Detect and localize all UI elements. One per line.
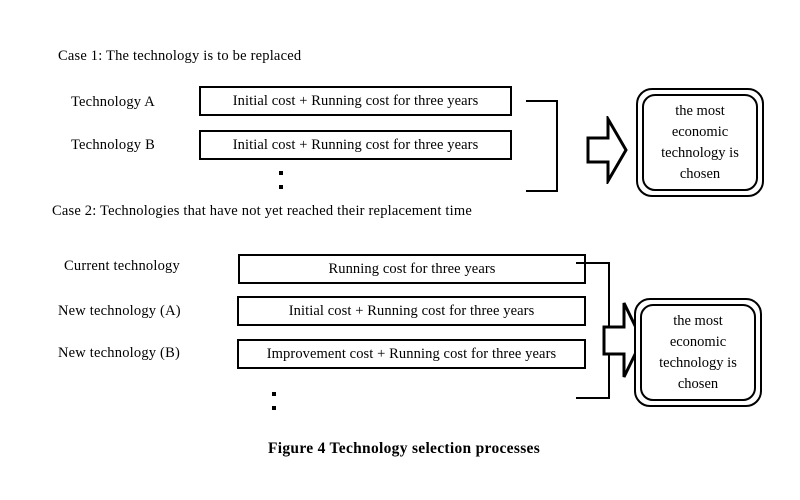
case1-result-line: economic	[671, 123, 729, 140]
case2-result-line: technology is	[659, 354, 737, 371]
case2-result-box: the most economic technology is chosen	[634, 298, 762, 407]
case1-row-label-technology-b: Technology B	[71, 137, 155, 153]
case1-cost-box-technology-a: Initial cost + Running cost for three ye…	[199, 86, 512, 116]
figure-caption: Figure 4 Technology selection processes	[268, 440, 541, 457]
case1-bracket-connector	[526, 100, 558, 192]
case2-heading: Case 2: Technologies that have not yet r…	[52, 203, 472, 219]
figure-canvas: Case 1: The technology is to be replaced…	[0, 0, 800, 500]
ellipsis-dot	[279, 171, 283, 175]
ellipsis-dot	[272, 406, 276, 410]
case2-cost-box-new-technology-a: Initial cost + Running cost for three ye…	[237, 296, 586, 326]
case2-result-line: chosen	[677, 375, 719, 392]
case1-result-line: technology is	[661, 144, 739, 161]
case2-row-label-current-technology: Current technology	[64, 258, 180, 274]
case2-result-line: the most	[673, 312, 723, 329]
case2-row-label-new-technology-b: New technology (B)	[58, 345, 180, 361]
ellipsis-dot	[272, 392, 276, 396]
case2-cost-box-new-technology-b: Improvement cost + Running cost for thre…	[237, 339, 586, 369]
case2-cost-box-current-technology: Running cost for three years	[238, 254, 586, 284]
case1-heading: Case 1: The technology is to be replaced	[58, 48, 302, 64]
case1-result-line: the most	[675, 102, 725, 119]
case2-row-label-new-technology-a: New technology (A)	[58, 303, 181, 319]
case1-right-block-arrow-icon	[586, 113, 628, 189]
case1-result-box: the most economic technology is chosen	[636, 88, 764, 197]
case1-row-label-technology-a: Technology A	[71, 94, 155, 110]
case2-result-line: economic	[669, 333, 727, 350]
case1-cost-box-technology-b: Initial cost + Running cost for three ye…	[199, 130, 512, 160]
case2-result-box-inner-border: the most economic technology is chosen	[640, 304, 756, 401]
case2-vertical-ellipsis-icon	[272, 392, 277, 410]
case1-vertical-ellipsis-icon	[279, 171, 284, 189]
case1-result-line: chosen	[679, 165, 721, 182]
case1-result-box-inner-border: the most economic technology is chosen	[642, 94, 758, 191]
ellipsis-dot	[279, 185, 283, 189]
